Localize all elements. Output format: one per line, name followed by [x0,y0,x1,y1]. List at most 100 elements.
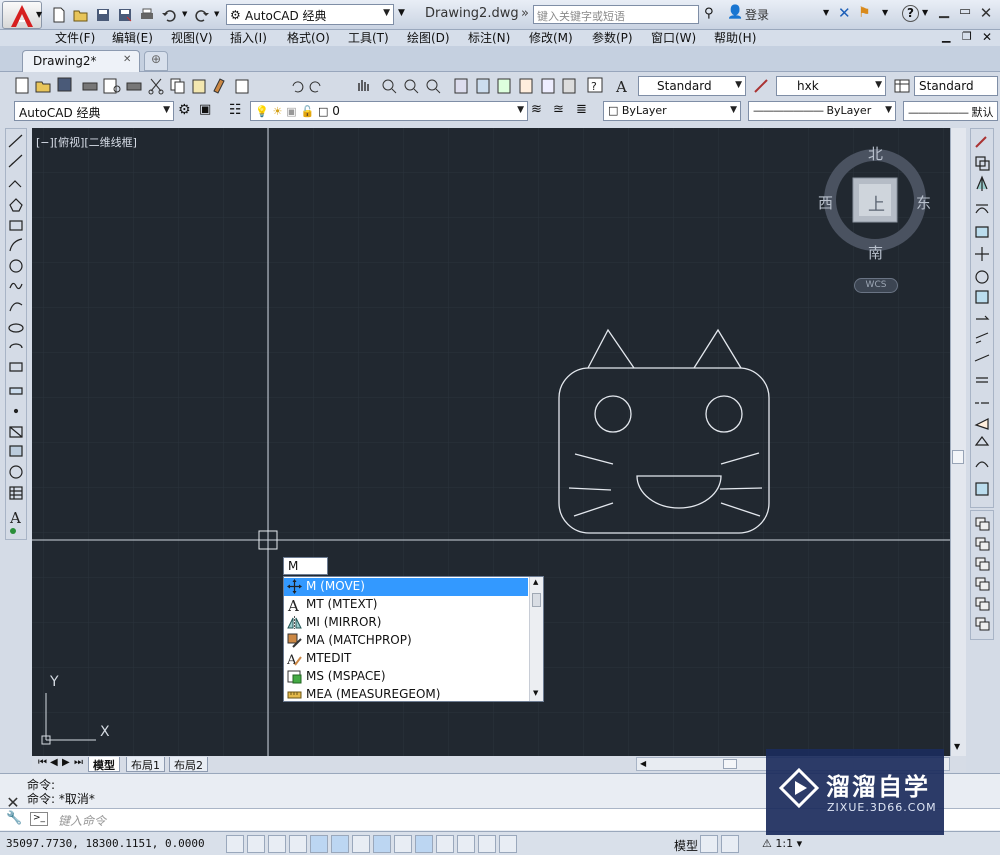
menu-insert[interactable]: 插入(I) [230,29,267,46]
quick-access-customize-icon[interactable]: ▼ [398,8,405,18]
selection-cycling-button[interactable] [499,835,517,853]
color-select[interactable]: □ ByLayer ▼ [603,101,741,121]
menu-modify[interactable]: 修改(M) [529,29,573,46]
menu-draw[interactable]: 绘图(D) [407,29,450,46]
workspace-custom-icon[interactable]: ▣ [199,102,217,120]
compass-south[interactable]: 南 [868,242,883,263]
snap-mode-button[interactable] [247,835,265,853]
layer-state-icon[interactable]: ≣ [576,102,594,120]
undo-button[interactable] [160,6,178,24]
command-prompt-icon[interactable]: >_ [30,812,48,826]
dynamic-input-field[interactable]: M [283,557,328,575]
transparency-button[interactable] [457,835,475,853]
lineweight-select[interactable]: —————— 默认 [903,101,998,121]
save-button[interactable] [94,6,112,24]
workspace-select-2[interactable]: AutoCAD 经典 ▼ [14,101,174,121]
lineweight-button[interactable] [436,835,454,853]
menu-format[interactable]: 格式(O) [287,29,330,46]
annotation-scale[interactable]: ⚠ 1:1 ▾ [762,837,802,850]
ac-item-matchprop[interactable]: MA (MATCHPROP) [284,632,528,650]
linetype-select[interactable]: ——————— ByLayer ▼ [748,101,896,121]
compass-north[interactable]: 北 [868,143,883,164]
compass-west[interactable]: 西 [818,192,833,213]
tab-layout1[interactable]: 布局1 [126,757,165,772]
command-input[interactable]: 键入命令 [58,812,106,829]
ac-item-move[interactable]: M (MOVE) [284,578,528,596]
make-current-layer-icon[interactable]: ≋ [531,102,549,120]
search-input[interactable]: 键入关键字或短语 [533,5,699,24]
autocomplete-scrollbar[interactable]: ▲ ▼ [529,577,543,701]
viewport-label[interactable]: [−][俯视][二维线框] [36,134,137,150]
chevron-down-icon[interactable]: ▼ [882,8,888,17]
layer-manager-icon[interactable]: ☷ [229,102,247,120]
3d-osnap-button[interactable] [352,835,370,853]
scroll-left-arrow-icon[interactable]: ◀ [640,759,646,768]
menu-file[interactable]: 文件(F) [55,29,95,46]
help-button[interactable]: ? [902,5,919,22]
ac-item-mtedit[interactable]: A MTEDIT [284,650,528,668]
object-snap-button[interactable] [331,835,349,853]
prev-layout-arrow-icon[interactable]: ◀ [50,757,58,768]
allow-ucs-button[interactable] [394,835,412,853]
viewcube-top-face[interactable]: 上 [868,190,885,215]
ac-item-mirror[interactable]: MI (MIRROR) [284,614,528,632]
grid-display-button[interactable] [268,835,286,853]
quick-view-layouts-button[interactable] [700,835,718,853]
doc-tab-drawing2[interactable]: Drawing2* ✕ [22,50,140,72]
undo-dropdown-icon[interactable]: ▼ [182,10,187,18]
scroll-down-arrow-icon[interactable]: ▼ [954,742,960,751]
save-as-button[interactable] [116,6,134,24]
ac-item-measuregeom[interactable]: MEA (MEASUREGEOM) [284,686,528,704]
wrench-icon[interactable]: 🔧 [6,811,22,826]
tab-layout2[interactable]: 布局2 [169,757,208,772]
scroll-down-arrow-icon[interactable]: ▼ [533,689,538,697]
scroll-up-arrow-icon[interactable]: ▲ [533,578,538,586]
new-tab-button[interactable]: ⊕ [144,51,168,71]
object-snap-tracking-button[interactable] [373,835,391,853]
login-link[interactable]: 登录 [745,6,769,23]
close-window-button[interactable]: ✕ [976,4,996,24]
layer-select[interactable]: 💡 ☀ ▣ 🔓 □ 0 ▼ [250,101,528,121]
menu-window[interactable]: 窗口(W) [651,29,696,46]
minimize-window-button[interactable]: ▁ [934,4,954,24]
user-icon[interactable]: 👤 [727,5,743,20]
dim-style-select[interactable]: hxk ▼ [776,76,886,96]
menu-view[interactable]: 视图(V) [171,29,213,46]
doc-restore-button[interactable]: ❐ [962,30,976,44]
chevron-down-icon[interactable]: ▼ [922,8,928,17]
redo-button[interactable] [193,6,211,24]
application-menu-button[interactable]: ▼ [2,1,42,29]
ac-item-mtext[interactable]: A MT (MTEXT) [284,596,528,614]
horizontal-scroll-thumb[interactable] [723,759,737,769]
quick-view-drawings-button[interactable] [721,835,739,853]
workspace-select[interactable]: ⚙ AutoCAD 经典 ▼ [226,4,394,25]
model-space-toggle[interactable]: 模型 [674,837,698,854]
open-file-button[interactable] [72,6,90,24]
menu-dimension[interactable]: 标注(N) [468,29,510,46]
maximize-window-button[interactable]: ▭ [955,4,975,24]
workspace-settings-gear-icon[interactable]: ⚙ [178,102,196,120]
vertical-scroll-thumb[interactable] [952,450,964,464]
table-style-select[interactable]: Standard [914,76,998,96]
ortho-mode-button[interactable] [289,835,307,853]
app-store-icon[interactable]: ⚑ [858,5,871,21]
compass-east[interactable]: 东 [916,192,931,213]
vertical-scrollbar[interactable]: ▼ [950,128,966,756]
dynamic-input-button[interactable] [415,835,433,853]
autocomplete-scroll-thumb[interactable] [532,593,541,607]
first-layout-arrow-icon[interactable]: ⏮ [38,757,47,768]
menu-parametric[interactable]: 参数(P) [592,29,633,46]
wcs-menu-button[interactable]: WCS [854,278,898,293]
next-layout-arrow-icon[interactable]: ▶ [62,757,70,768]
redo-dropdown-icon[interactable]: ▼ [214,10,219,18]
double-chevron-icon[interactable]: » [521,6,529,21]
doc-close-button[interactable]: ✕ [982,30,996,44]
menu-help[interactable]: 帮助(H) [714,29,756,46]
chevron-down-icon[interactable]: ▼ [823,8,829,17]
polar-tracking-button[interactable] [310,835,328,853]
last-layout-arrow-icon[interactable]: ⏭ [74,757,83,768]
new-file-button[interactable] [50,6,68,24]
tab-model[interactable]: 模型 [88,757,120,772]
plot-button[interactable] [138,6,156,24]
exchange-icon[interactable]: ✕ [838,4,851,22]
